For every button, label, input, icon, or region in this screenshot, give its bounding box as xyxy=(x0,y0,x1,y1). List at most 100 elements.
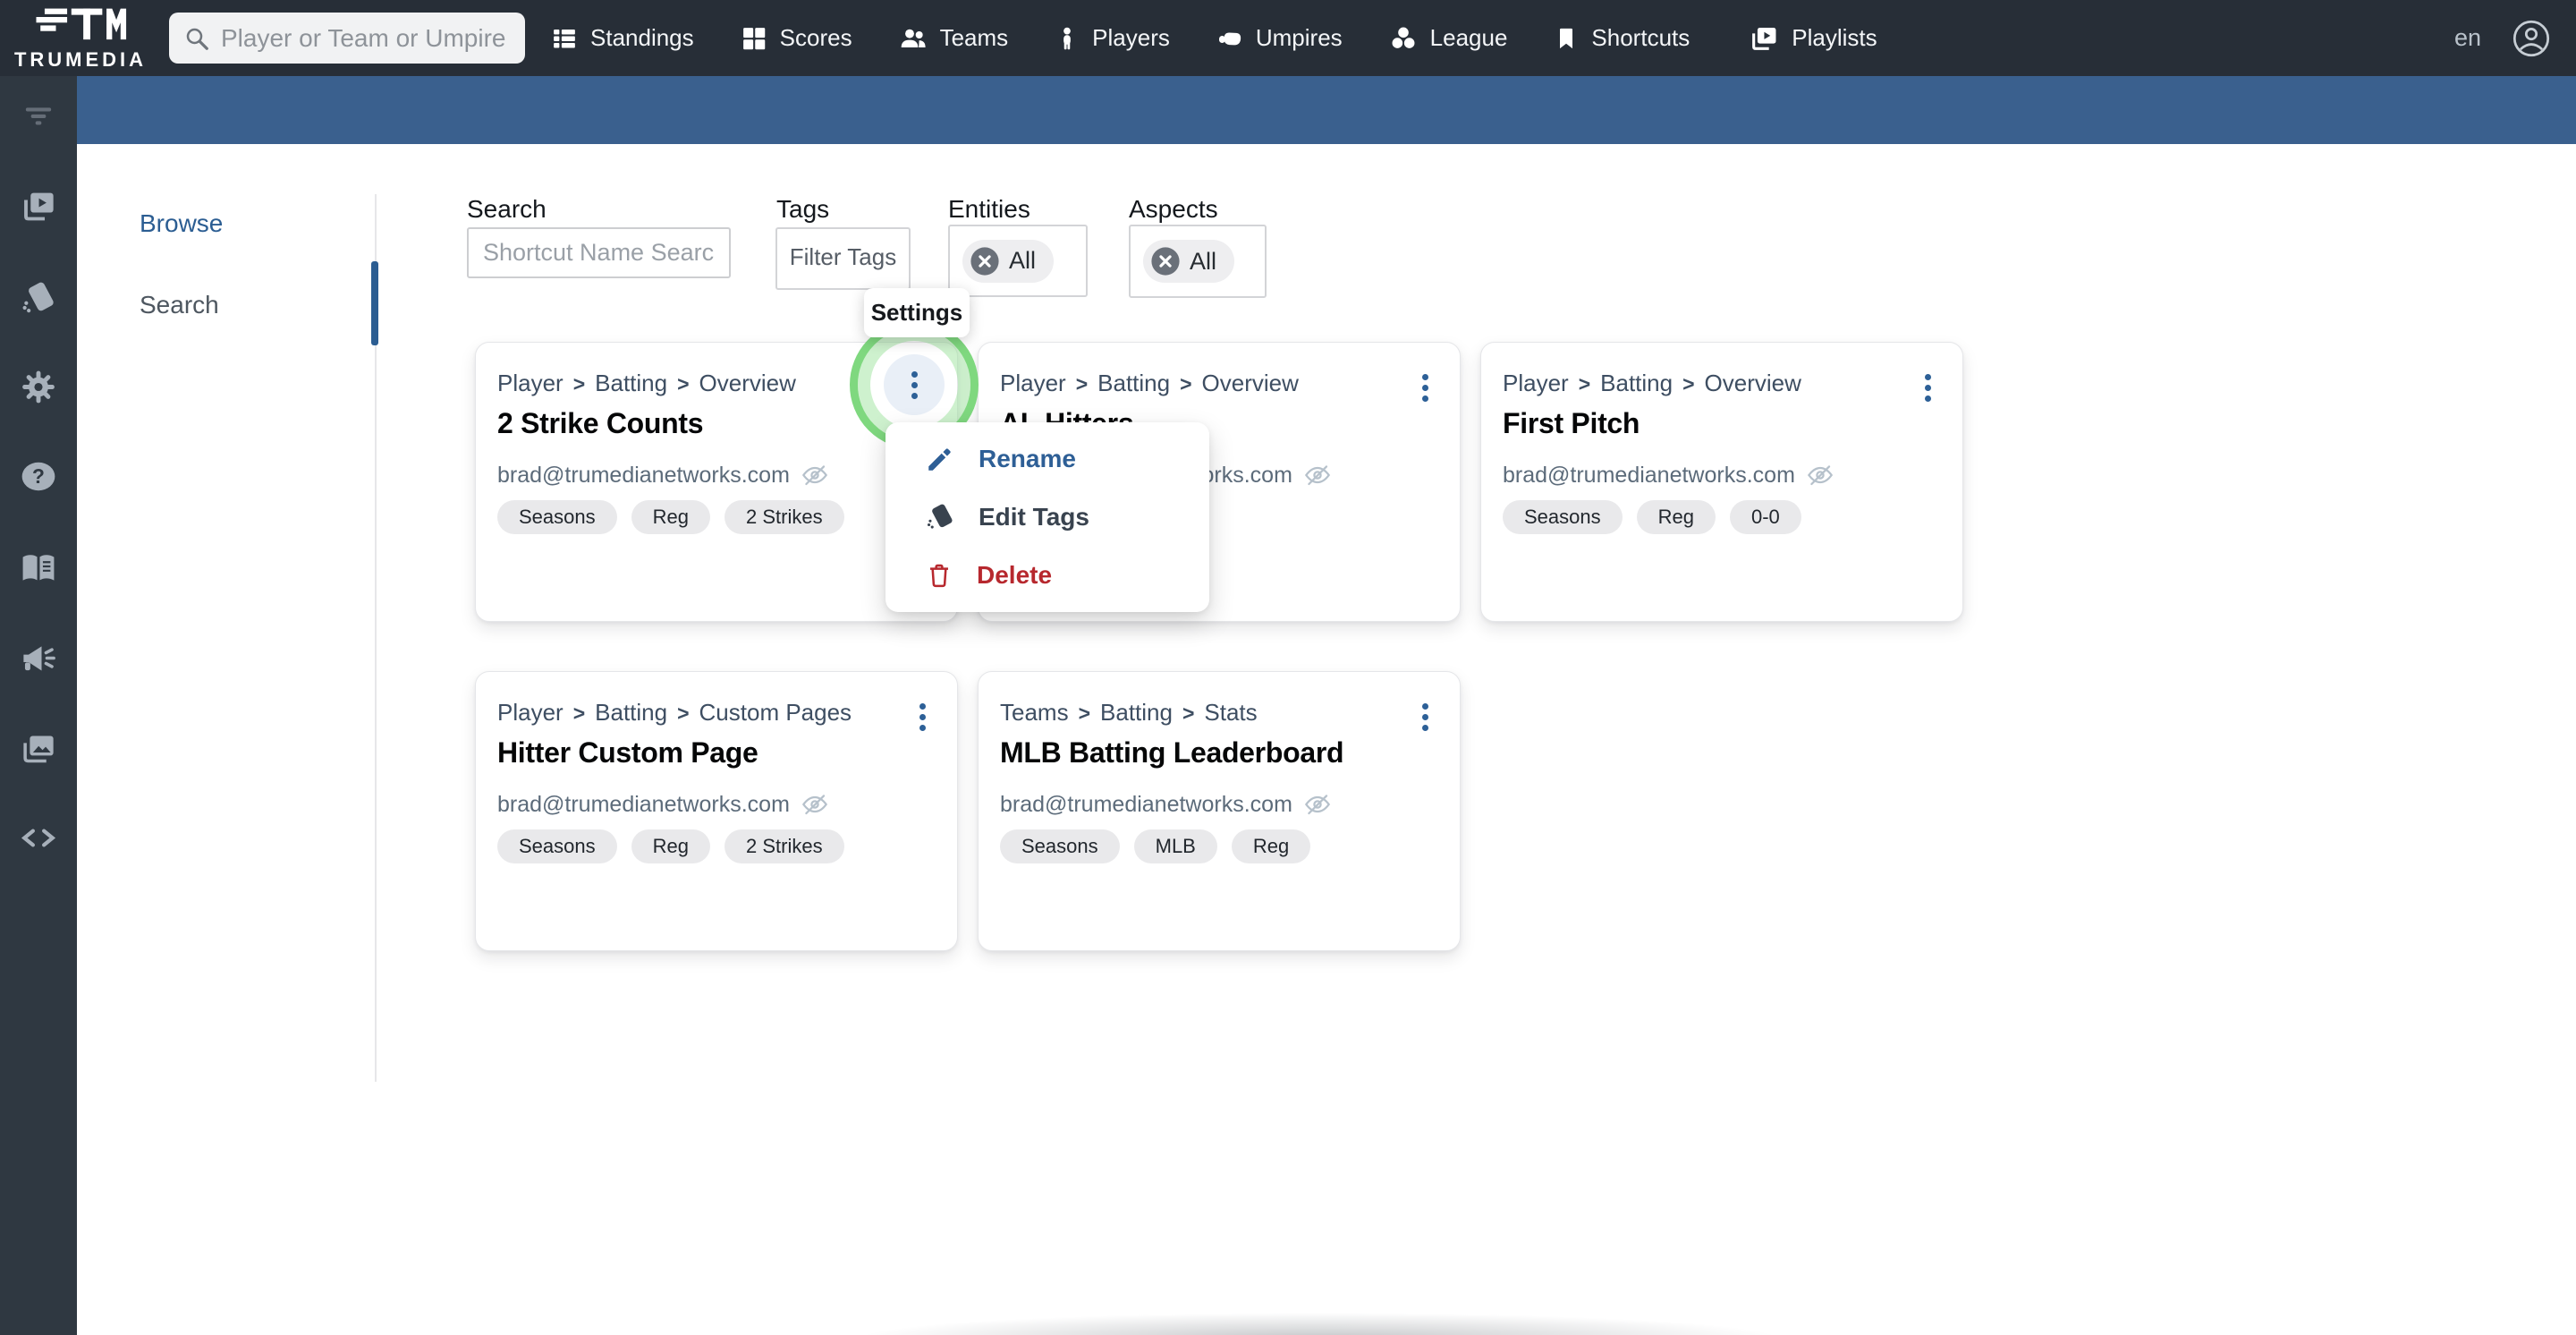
code-icon[interactable] xyxy=(20,820,57,862)
card-menu-button[interactable] xyxy=(1912,366,1943,409)
breadcrumb-separator: > xyxy=(1682,372,1695,395)
tag-pill: Reg xyxy=(1636,500,1716,534)
search-filter-label: Search xyxy=(467,195,547,223)
sidebar-item-search[interactable]: Search xyxy=(140,291,219,319)
breadcrumb: Player > Batting > Overview xyxy=(1503,370,1801,397)
owner-row: brad@trumedianetworks.com xyxy=(1000,790,1332,819)
language-selector[interactable]: en xyxy=(2454,0,2481,76)
breadcrumb-segment: Batting xyxy=(1600,370,1674,396)
sidebar-item-browse[interactable]: Browse xyxy=(140,209,223,238)
tags-icon[interactable] xyxy=(20,280,57,322)
owner-row: brad@trumedianetworks.com xyxy=(497,790,829,819)
breadcrumb-separator: > xyxy=(572,702,586,725)
breadcrumb: Player > Batting > Overview xyxy=(1000,370,1299,397)
tag-list: Seasons Reg 2 Strikes xyxy=(497,500,844,534)
search-icon xyxy=(186,28,208,50)
breadcrumb-segment: Batting xyxy=(595,699,668,726)
tags-filter-input[interactable]: Filter Tags xyxy=(775,227,911,290)
megaphone-icon[interactable] xyxy=(20,640,57,682)
breadcrumb-segment: Stats xyxy=(1204,699,1258,726)
nav-label: League xyxy=(1429,24,1508,51)
book-icon[interactable] xyxy=(19,548,58,592)
nav-item-shortcuts[interactable]: Shortcuts xyxy=(1554,24,1690,52)
local-nav-active-indicator xyxy=(371,261,378,345)
trumedia-logo-mark xyxy=(36,8,127,40)
breadcrumb: Player > Batting > Custom Pages xyxy=(497,699,852,727)
filter-icon[interactable] xyxy=(21,98,56,139)
card-menu-button-active[interactable] xyxy=(884,354,945,415)
nav-label: Playlists xyxy=(1792,24,1877,51)
entities-chip-label: All xyxy=(1009,247,1037,274)
top-nav-items: Standings Scores Teams Players Umpires L… xyxy=(551,0,1877,76)
owner-email: brad@trumedianetworks.com xyxy=(1503,462,1795,488)
nav-item-league[interactable]: League xyxy=(1389,24,1508,53)
nav-item-standings[interactable]: Standings xyxy=(551,24,694,52)
aspects-all-chip[interactable]: All xyxy=(1143,240,1235,283)
gear-icon[interactable] xyxy=(20,369,57,411)
user-avatar[interactable] xyxy=(2512,19,2551,58)
shortcut-card-mlb-batting-leaderboard[interactable]: Teams > Batting > Stats MLB Batting Leaderbo… xyxy=(978,671,1461,951)
scores-icon xyxy=(742,27,765,49)
tag-pill: Seasons xyxy=(497,500,617,534)
shortcut-title: First Pitch xyxy=(1503,407,1640,439)
aspects-chip-label: All xyxy=(1190,247,1217,275)
shortcut-card-hitter-custom-page[interactable]: Player > Batting > Custom Pages Hitter Custo… xyxy=(475,671,958,951)
breadcrumb-segment: Player xyxy=(1000,370,1066,396)
trash-icon xyxy=(930,564,948,587)
entities-filter-label: Entities xyxy=(948,195,1030,223)
remove-chip-icon[interactable] xyxy=(970,246,1000,276)
entities-all-chip[interactable]: All xyxy=(962,239,1055,283)
breadcrumb-segment: Batting xyxy=(1097,370,1171,396)
entities-filter[interactable]: All xyxy=(948,225,1088,297)
tag-icon xyxy=(927,504,953,529)
shortcut-card-first-pitch[interactable]: Player > Batting > Overview First Pitch brad… xyxy=(1480,342,1963,622)
top-navigation-bar: TRUMEDIA Standings xyxy=(0,0,2576,76)
menu-item-delete[interactable]: Delete xyxy=(886,546,1209,604)
left-sidebar: ? xyxy=(0,76,77,1335)
tag-pill: Seasons xyxy=(1000,829,1120,863)
breadcrumb-segment: Overview xyxy=(699,370,796,396)
tag-pill: 2 Strikes xyxy=(724,829,844,863)
settings-tooltip: Settings xyxy=(864,288,970,337)
menu-item-label: Rename xyxy=(979,444,1076,472)
help-icon[interactable]: ? xyxy=(20,458,57,500)
playlists-icon[interactable] xyxy=(20,188,57,230)
nav-item-teams[interactable]: Teams xyxy=(899,24,1008,53)
remove-chip-icon[interactable] xyxy=(1150,246,1181,276)
nav-label: Players xyxy=(1092,24,1170,51)
tag-list: Seasons Reg 0-0 xyxy=(1503,500,1801,534)
global-search-input[interactable] xyxy=(221,23,511,53)
owner-email: brad@trumedianetworks.com xyxy=(497,791,790,817)
trumedia-logo[interactable]: TRUMEDIA xyxy=(9,2,152,75)
nav-item-umpires[interactable]: Umpires xyxy=(1216,24,1343,52)
standings-icon xyxy=(554,29,575,47)
eye-off-icon xyxy=(1807,465,1833,486)
eye-off-icon xyxy=(801,795,827,815)
nav-item-players[interactable]: Players xyxy=(1055,24,1170,52)
breadcrumb-separator: > xyxy=(1182,702,1195,725)
nav-item-scores[interactable]: Scores xyxy=(741,24,852,52)
card-menu-button[interactable] xyxy=(1410,695,1440,738)
card-menu-button[interactable] xyxy=(907,695,937,738)
images-icon[interactable] xyxy=(20,730,57,772)
breadcrumb-separator: > xyxy=(1578,372,1591,395)
playlists-icon xyxy=(1752,27,1776,50)
breadcrumb-separator: > xyxy=(1180,372,1192,395)
menu-item-rename[interactable]: Rename xyxy=(886,429,1209,488)
tag-pill: Reg xyxy=(1231,829,1311,863)
breadcrumb: Teams > Batting > Stats xyxy=(1000,699,1258,727)
tag-list: Seasons MLB Reg xyxy=(1000,829,1311,863)
breadcrumb-separator: > xyxy=(1075,372,1089,395)
nav-label: Shortcuts xyxy=(1591,24,1690,51)
shortcut-search-input[interactable] xyxy=(469,229,729,276)
aspects-filter[interactable]: All xyxy=(1129,225,1267,298)
nav-label: Standings xyxy=(590,24,694,51)
tag-list: Seasons Reg 2 Strikes xyxy=(497,829,844,863)
menu-item-edit-tags[interactable]: Edit Tags xyxy=(886,488,1209,546)
card-menu-button[interactable] xyxy=(1410,366,1440,409)
card-context-menu: Rename Edit Tags Delete xyxy=(886,422,1209,612)
nav-item-playlists[interactable]: Playlists xyxy=(1749,23,1877,54)
league-icon xyxy=(1390,25,1416,49)
breadcrumb-segment: Player xyxy=(1503,370,1569,396)
global-search-box[interactable] xyxy=(169,13,525,64)
